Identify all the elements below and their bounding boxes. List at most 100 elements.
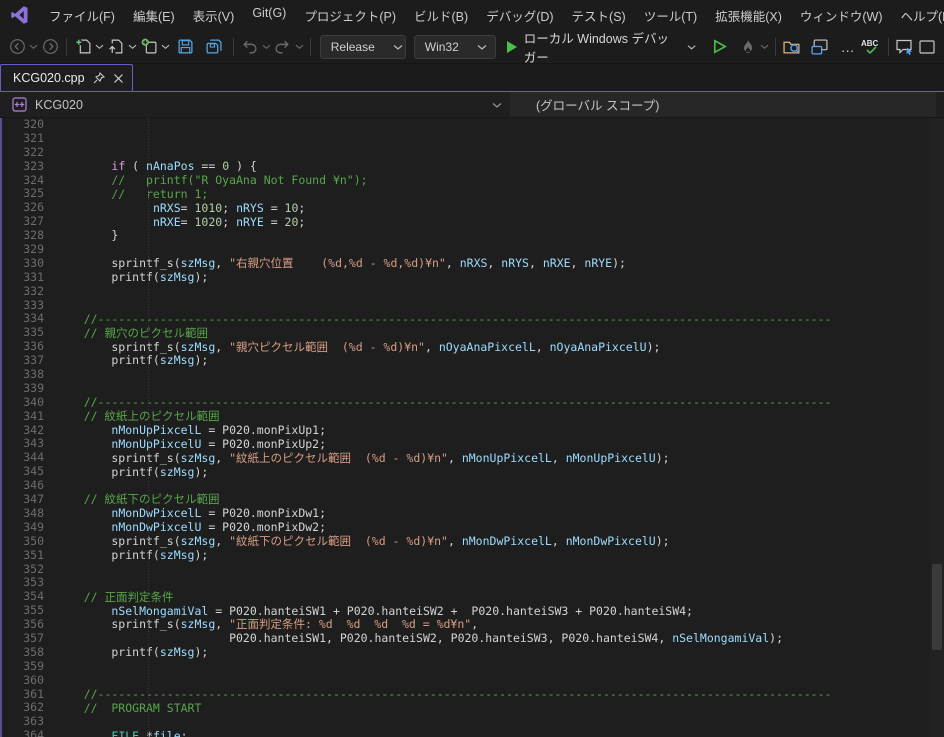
code-line[interactable]: nMonDwPixcelL = P020.monPixDw1;: [56, 507, 944, 521]
code-line[interactable]: printf(szMsg);: [56, 354, 944, 368]
add-item-dropdown[interactable]: [160, 36, 171, 58]
code-line[interactable]: printf(szMsg);: [56, 271, 944, 285]
line-number[interactable]: 364: [2, 729, 44, 737]
line-number[interactable]: 332: [2, 285, 44, 299]
code-line[interactable]: // return 1;: [56, 188, 944, 202]
code-line[interactable]: // 紋紙上のピクセル範囲: [56, 410, 944, 424]
solution-configuration-combo[interactable]: Release: [320, 35, 406, 59]
toolbar-overflow-button[interactable]: …: [837, 35, 859, 59]
undo-dropdown[interactable]: [261, 36, 272, 58]
line-number[interactable]: 342: [2, 424, 44, 438]
code-line[interactable]: sprintf_s(szMsg, "正面判定条件: %d %d %d %d = …: [56, 618, 944, 632]
code-line[interactable]: // PROGRAM START: [56, 702, 944, 716]
navigate-back-dropdown[interactable]: [28, 36, 39, 58]
vertical-scrollbar[interactable]: [930, 118, 944, 737]
code-line[interactable]: nMonUpPixcelU = P020.monPixUp2;: [56, 438, 944, 452]
line-number[interactable]: 327: [2, 215, 44, 229]
code-line[interactable]: [56, 285, 944, 299]
code-line[interactable]: nRXS= 1010; nRYS = 10;: [56, 202, 944, 216]
menu-item[interactable]: ツール(T): [635, 2, 706, 29]
send-feedback-button[interactable]: [894, 35, 916, 59]
line-number[interactable]: 325: [2, 187, 44, 201]
line-number[interactable]: 353: [2, 576, 44, 590]
line-number[interactable]: 352: [2, 563, 44, 577]
line-number[interactable]: 336: [2, 340, 44, 354]
code-line[interactable]: }: [56, 229, 944, 243]
line-number[interactable]: 356: [2, 618, 44, 632]
line-number[interactable]: 331: [2, 271, 44, 285]
code-line[interactable]: nSelMongamiVal = P020.hanteiSW1 + P020.h…: [56, 605, 944, 619]
code-line[interactable]: //--------------------------------------…: [56, 396, 944, 410]
menu-item[interactable]: テスト(S): [563, 2, 635, 29]
redo-dropdown[interactable]: [294, 36, 305, 58]
code-line[interactable]: [56, 243, 944, 257]
code-line[interactable]: [56, 563, 944, 577]
code-line[interactable]: FILE *file;: [56, 730, 944, 737]
tab-kcg020-cpp[interactable]: KCG020.cpp: [0, 64, 133, 91]
line-number[interactable]: 322: [2, 146, 44, 160]
code-line[interactable]: [56, 660, 944, 674]
code-line[interactable]: sprintf_s(szMsg, "紋紙下のピクセル範囲 (%d - %d)¥n…: [56, 535, 944, 549]
open-file-button[interactable]: [105, 35, 127, 59]
line-number[interactable]: 363: [2, 715, 44, 729]
code-line[interactable]: //--------------------------------------…: [56, 688, 944, 702]
line-number[interactable]: 334: [2, 312, 44, 326]
redo-button[interactable]: [272, 35, 294, 59]
line-number[interactable]: 359: [2, 660, 44, 674]
line-number[interactable]: 355: [2, 604, 44, 618]
spell-checker-button[interactable]: ABC: [859, 35, 883, 59]
pin-tab-icon[interactable]: [93, 72, 105, 84]
menu-item[interactable]: プロジェクト(P): [295, 2, 405, 29]
code-line[interactable]: [56, 577, 944, 591]
line-number[interactable]: 337: [2, 354, 44, 368]
line-number[interactable]: 354: [2, 590, 44, 604]
menu-item[interactable]: ビルド(B): [405, 2, 477, 29]
code-line[interactable]: sprintf_s(szMsg, "紋紙上のピクセル範囲 (%d - %d)¥n…: [56, 452, 944, 466]
open-file-dropdown[interactable]: [127, 36, 138, 58]
line-number[interactable]: 335: [2, 326, 44, 340]
find-in-files-button[interactable]: [781, 35, 803, 59]
line-number[interactable]: 357: [2, 632, 44, 646]
hot-reload-button[interactable]: [737, 35, 759, 59]
line-number[interactable]: 341: [2, 410, 44, 424]
hot-reload-dropdown[interactable]: [759, 36, 770, 58]
line-number[interactable]: 321: [2, 132, 44, 146]
code-line[interactable]: [56, 368, 944, 382]
line-number[interactable]: 339: [2, 382, 44, 396]
code-line[interactable]: nMonUpPixcelL = P020.monPixUp1;: [56, 424, 944, 438]
code-line[interactable]: printf(szMsg);: [56, 466, 944, 480]
line-number[interactable]: 350: [2, 535, 44, 549]
menu-item[interactable]: 表示(V): [184, 2, 244, 29]
line-number-gutter[interactable]: 3203213223233243253263273283293303313323…: [2, 118, 56, 737]
line-number[interactable]: 330: [2, 257, 44, 271]
code-line[interactable]: [56, 382, 944, 396]
code-line[interactable]: [56, 716, 944, 730]
line-number[interactable]: 346: [2, 479, 44, 493]
line-number[interactable]: 326: [2, 201, 44, 215]
menu-item[interactable]: ファイル(F): [40, 2, 124, 29]
line-number[interactable]: 343: [2, 437, 44, 451]
code-line[interactable]: // 紋紙下のピクセル範囲: [56, 493, 944, 507]
code-line[interactable]: nRXE= 1020; nRYE = 20;: [56, 216, 944, 230]
solution-platform-combo[interactable]: Win32: [414, 35, 496, 59]
code-line[interactable]: // 親穴のピクセル範囲: [56, 327, 944, 341]
line-number[interactable]: 349: [2, 521, 44, 535]
line-number[interactable]: 329: [2, 243, 44, 257]
undo-button[interactable]: [239, 35, 261, 59]
start-debugging-button[interactable]: ローカル Windows デバッガー: [500, 34, 703, 60]
code-line[interactable]: sprintf_s(szMsg, "親穴ピクセル範囲 (%d - %d)¥n",…: [56, 341, 944, 355]
toolbar-edge-partial-icon[interactable]: [916, 35, 938, 59]
code-line[interactable]: [56, 299, 944, 313]
code-line[interactable]: printf(szMsg);: [56, 549, 944, 563]
navigate-back-button[interactable]: [6, 35, 28, 59]
line-number[interactable]: 340: [2, 396, 44, 410]
line-number[interactable]: 351: [2, 549, 44, 563]
line-number[interactable]: 347: [2, 493, 44, 507]
line-number[interactable]: 361: [2, 688, 44, 702]
save-all-button[interactable]: [203, 35, 225, 59]
add-new-item-button[interactable]: [138, 35, 160, 59]
line-number[interactable]: 344: [2, 451, 44, 465]
new-file-button[interactable]: [72, 35, 94, 59]
code-text-area[interactable]: if ( nAnaPos == 0 ) { // printf("R OyaAn…: [56, 118, 944, 737]
menu-item[interactable]: Git(G): [243, 2, 295, 29]
